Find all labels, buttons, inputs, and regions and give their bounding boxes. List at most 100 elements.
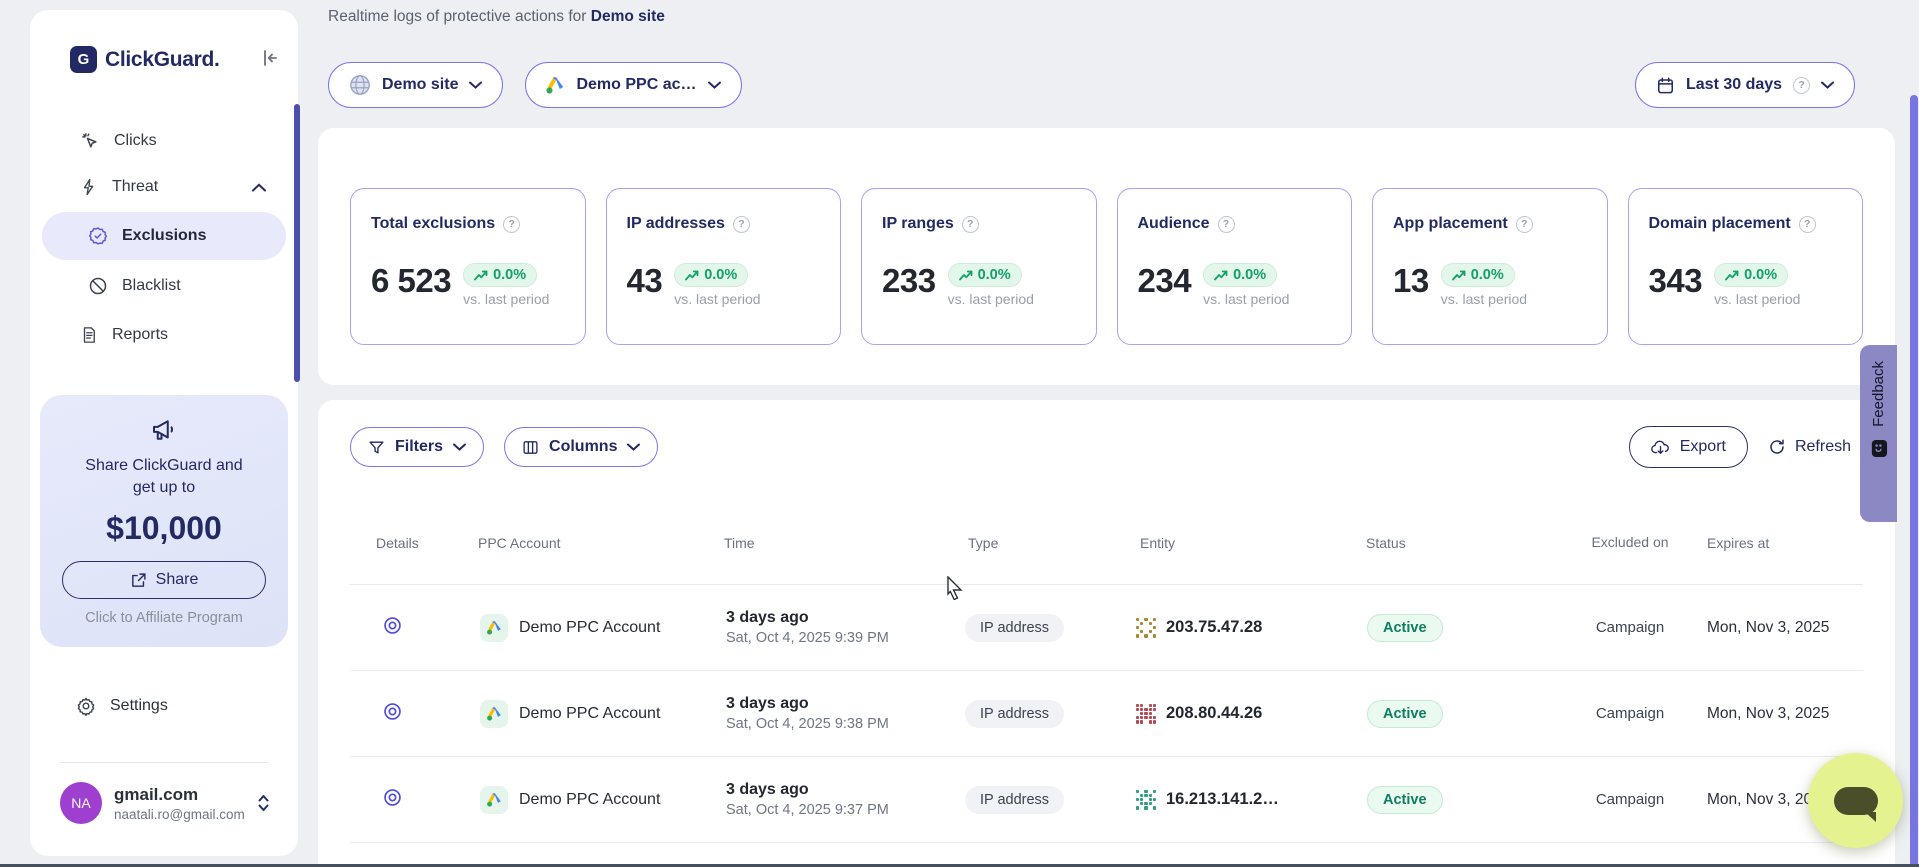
table-header-row: Details PPC Account Time Type Entity Sta… bbox=[350, 502, 1863, 585]
chat-widget-button[interactable] bbox=[1808, 753, 1903, 848]
view-details-eye-icon[interactable] bbox=[382, 615, 403, 636]
table-row: Demo PPC Account 3 days ago Sat, Oct 4, … bbox=[350, 757, 1863, 843]
col-header-type: Type bbox=[960, 535, 1130, 551]
trend-delta: 0.0% bbox=[1471, 267, 1504, 283]
stat-label: Audience bbox=[1138, 215, 1210, 233]
trend-caption: vs. last period bbox=[1714, 291, 1800, 307]
export-label: Export bbox=[1680, 438, 1726, 456]
stat-label: IP addresses bbox=[627, 215, 725, 233]
col-header-entity: Entity bbox=[1130, 535, 1360, 551]
entity-value: 203.75.47.28 bbox=[1166, 618, 1262, 637]
user-name: gmail.com bbox=[114, 785, 245, 805]
refresh-button[interactable]: Refresh bbox=[1756, 426, 1863, 468]
lightning-icon bbox=[80, 177, 98, 197]
export-button[interactable]: Export bbox=[1629, 426, 1748, 468]
chat-bubble-icon bbox=[1834, 787, 1878, 815]
sidebar-item-label: Reports bbox=[112, 326, 168, 344]
document-icon bbox=[80, 325, 98, 345]
filter-icon bbox=[368, 439, 385, 456]
page-subtitle: Realtime logs of protective actions for … bbox=[328, 8, 665, 26]
trend-delta: 0.0% bbox=[1233, 267, 1266, 283]
sidebar-item-blacklist[interactable]: Blacklist bbox=[42, 262, 286, 310]
google-ads-icon bbox=[480, 614, 508, 642]
trending-up-icon bbox=[1725, 270, 1739, 281]
help-icon[interactable]: ? bbox=[1218, 216, 1235, 233]
affiliate-link[interactable]: Click to Affiliate Program bbox=[40, 610, 288, 626]
help-icon[interactable]: ? bbox=[1516, 216, 1533, 233]
cursor-click-icon bbox=[80, 131, 100, 151]
trend-delta: 0.0% bbox=[493, 267, 526, 283]
sidebar-item-reports[interactable]: Reports bbox=[30, 312, 298, 358]
subtitle-site-name: Demo site bbox=[591, 8, 665, 25]
page-scrollbar[interactable] bbox=[1910, 95, 1918, 867]
select-caret-icon bbox=[257, 793, 270, 813]
trending-up-icon bbox=[474, 270, 488, 281]
sidebar-item-clicks[interactable]: Clicks bbox=[30, 118, 298, 164]
col-header-status: Status bbox=[1360, 535, 1560, 551]
sidebar-collapse-icon[interactable] bbox=[260, 48, 280, 68]
stat-value: 343 bbox=[1649, 263, 1703, 299]
time-cell: 3 days ago Sat, Oct 4, 2025 9:39 PM bbox=[715, 609, 960, 646]
entity-identicon bbox=[1136, 704, 1156, 724]
trending-up-icon bbox=[685, 270, 699, 281]
columns-label: Columns bbox=[549, 438, 617, 456]
sidebar-item-label: Exclusions bbox=[122, 227, 206, 245]
sidebar-divider bbox=[60, 762, 268, 763]
table-toolbar: Filters Columns Export bbox=[350, 426, 1863, 468]
view-details-eye-icon[interactable] bbox=[382, 701, 403, 722]
gear-icon bbox=[76, 696, 96, 716]
trend-badge: 0.0% bbox=[1203, 263, 1277, 287]
stats-panel: Total exclusions ? 6 523 0.0% vs. last p… bbox=[318, 128, 1895, 385]
date-range-selector[interactable]: Last 30 days ? bbox=[1635, 62, 1855, 108]
site-selector[interactable]: Demo site bbox=[328, 62, 503, 108]
col-header-expires-at: Expires at bbox=[1700, 535, 1860, 551]
chevron-down-icon bbox=[627, 443, 640, 451]
clickguard-app: G ClickGuard. Clicks Threat bbox=[0, 0, 1919, 867]
ppc-account-selector[interactable]: Demo PPC ac… bbox=[525, 62, 741, 108]
status-badge: Active bbox=[1367, 786, 1443, 814]
trend-badge: 0.0% bbox=[1714, 263, 1788, 287]
trend-caption: vs. last period bbox=[674, 291, 760, 307]
external-link-icon bbox=[130, 572, 147, 589]
sidebar-item-label: Clicks bbox=[114, 132, 157, 150]
stat-value: 233 bbox=[882, 263, 936, 299]
stat-value: 234 bbox=[1138, 263, 1192, 299]
share-button[interactable]: Share bbox=[62, 561, 266, 599]
sidebar-item-settings[interactable]: Settings bbox=[76, 686, 168, 726]
table-row: Demo PPC Account 3 days ago Sat, Oct 4, … bbox=[350, 671, 1863, 757]
trending-up-icon bbox=[1452, 270, 1466, 281]
stat-label: Total exclusions bbox=[371, 215, 495, 233]
filters-button[interactable]: Filters bbox=[350, 427, 484, 467]
col-header-details: Details bbox=[350, 535, 460, 551]
time-absolute: Sat, Oct 4, 2025 9:38 PM bbox=[726, 716, 960, 732]
trend-badge: 0.0% bbox=[674, 263, 748, 287]
trend-delta: 0.0% bbox=[704, 267, 737, 283]
help-icon[interactable]: ? bbox=[962, 216, 979, 233]
table-row: Demo PPC Account 3 days ago Sat, Oct 4, … bbox=[350, 585, 1863, 671]
time-relative: 3 days ago bbox=[726, 781, 960, 799]
trend-badge: 0.0% bbox=[948, 263, 1022, 287]
entity-identicon bbox=[1136, 790, 1156, 810]
filters-label: Filters bbox=[395, 438, 443, 456]
type-badge: IP address bbox=[965, 786, 1064, 814]
help-icon[interactable]: ? bbox=[503, 216, 520, 233]
excluded-on-value: Campaign bbox=[1560, 705, 1700, 722]
help-icon[interactable]: ? bbox=[733, 216, 750, 233]
sidebar-item-exclusions[interactable]: Exclusions bbox=[42, 212, 286, 260]
trending-up-icon bbox=[1214, 270, 1228, 281]
help-icon[interactable]: ? bbox=[1799, 216, 1816, 233]
stat-card: Total exclusions ? 6 523 0.0% vs. last p… bbox=[350, 188, 586, 345]
columns-button[interactable]: Columns bbox=[504, 427, 658, 467]
view-details-eye-icon[interactable] bbox=[382, 787, 403, 808]
account-switcher[interactable]: NA gmail.com naatali.ro@gmail.com bbox=[60, 782, 270, 824]
feedback-chat-icon bbox=[1869, 439, 1888, 458]
status-badge: Active bbox=[1367, 700, 1443, 728]
feedback-tab[interactable]: Feedback bbox=[1860, 345, 1897, 522]
table-body: Demo PPC Account 3 days ago Sat, Oct 4, … bbox=[350, 585, 1863, 867]
sidebar-scrollbar[interactable] bbox=[294, 104, 300, 382]
sidebar-item-threat[interactable]: Threat bbox=[30, 164, 298, 210]
cloud-download-icon bbox=[1651, 439, 1670, 456]
time-cell: 3 days ago Sat, Oct 4, 2025 9:37 PM bbox=[715, 781, 960, 818]
calendar-icon bbox=[1656, 76, 1675, 95]
sidebar-menu: Clicks Threat Exclusions bbox=[30, 118, 298, 358]
